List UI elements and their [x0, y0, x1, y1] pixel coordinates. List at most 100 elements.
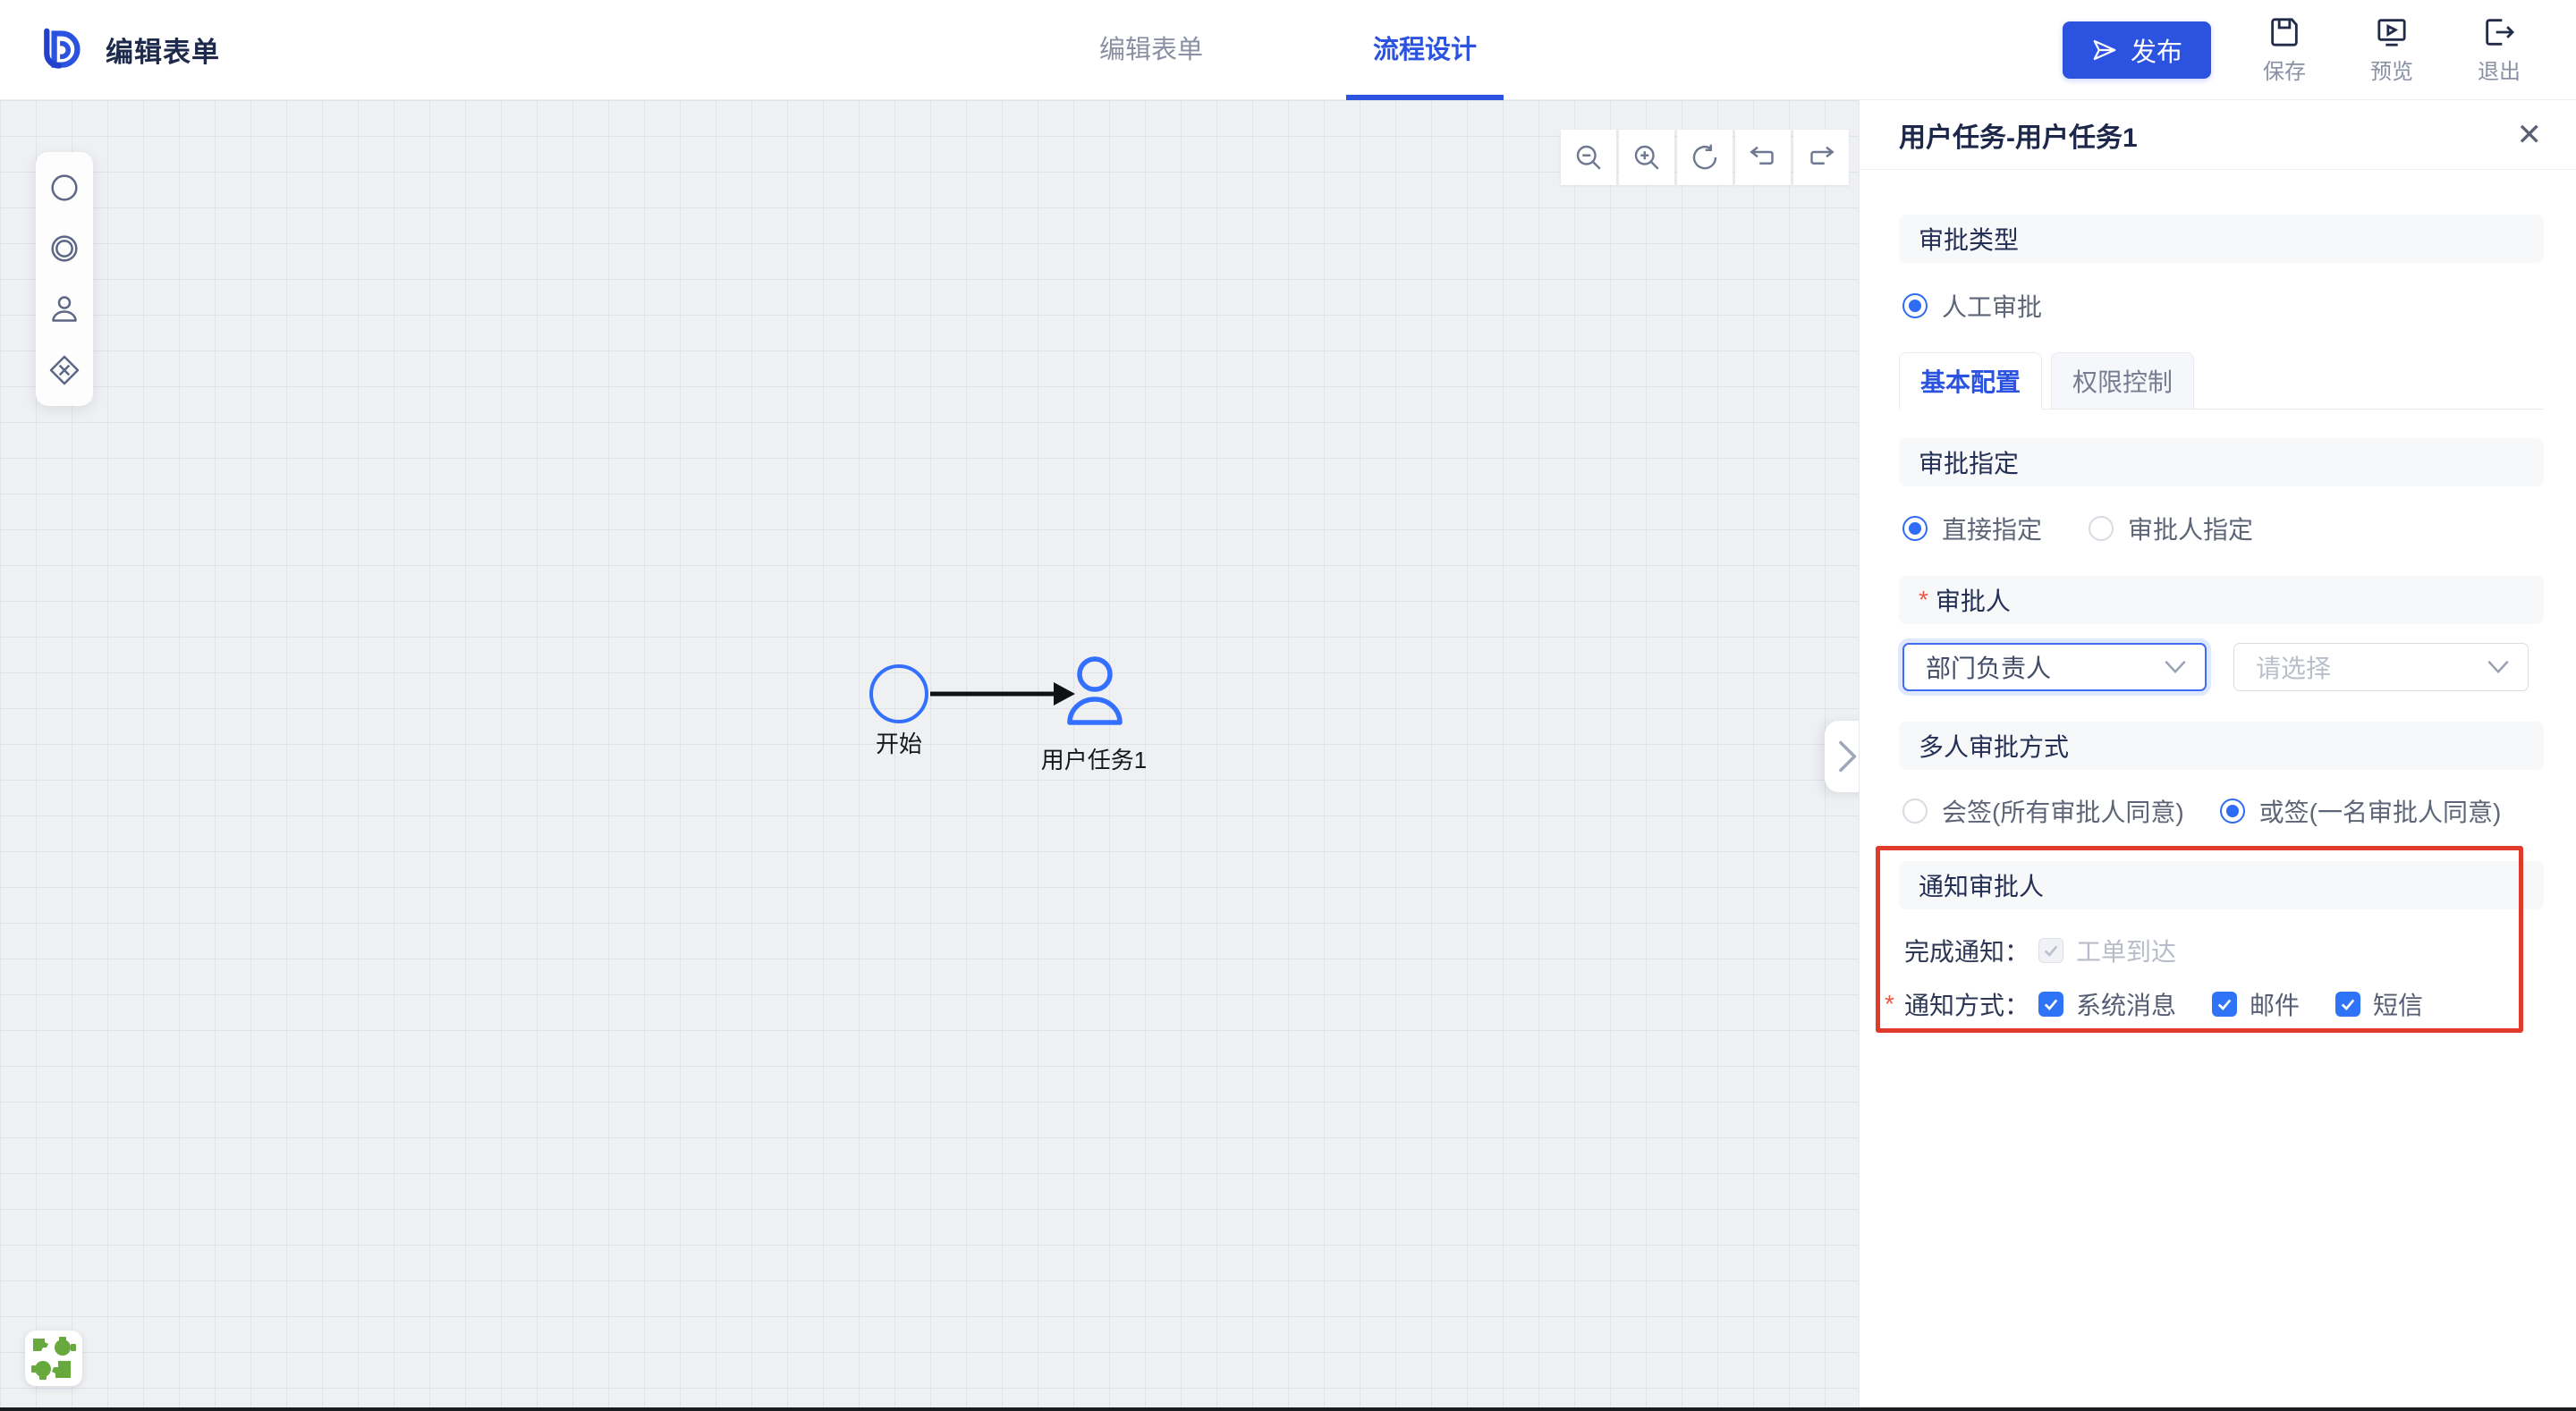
gears-badge[interactable]: [25, 1331, 82, 1386]
radio-direct-assign[interactable]: 直接指定: [1902, 511, 2042, 546]
checkbox-system-message-label: 系统消息: [2076, 986, 2176, 1022]
checkbox-email[interactable]: 邮件: [2212, 986, 2300, 1022]
save-icon: [2267, 14, 2302, 50]
publish-button[interactable]: 发布: [2063, 21, 2211, 79]
notify-method-row: * 通知方式： 系统消息 邮件 短信: [1904, 984, 2576, 1024]
node-user-task[interactable]: [1064, 655, 1125, 726]
panel-header: 用户任务-用户任务1 ✕: [1860, 100, 2576, 170]
zoom-out-button[interactable]: [1561, 130, 1616, 185]
palette-gateway[interactable]: [45, 351, 84, 390]
radio-manual-approval[interactable]: 人工审批: [1902, 288, 2042, 324]
radio-manual-approval-label: 人工审批: [1942, 288, 2042, 324]
tab-permission-control[interactable]: 权限控制: [2051, 352, 2194, 410]
radio-orsign-control[interactable]: [2220, 798, 2245, 824]
checkbox-workorder-arrived[interactable]: 工单到达: [2038, 933, 2176, 968]
user-task-icon: [47, 291, 82, 327]
assign-options: 直接指定 审批人指定: [1902, 509, 2576, 548]
zoom-in-button[interactable]: [1619, 130, 1674, 185]
palette-end-event[interactable]: [45, 229, 84, 268]
radio-manual-approval-control[interactable]: [1902, 293, 1928, 318]
radio-approver-assign-control[interactable]: [2089, 516, 2114, 541]
header-actions: 发布 保存 预览: [2063, 14, 2533, 85]
header-nav-tabs: 编辑表单 流程设计: [1072, 0, 1504, 100]
tab-process-design[interactable]: 流程设计: [1346, 0, 1504, 100]
radio-orsign[interactable]: 或签(一名审批人同意): [2220, 793, 2502, 829]
radio-countersign[interactable]: 会签(所有审批人同意): [1902, 793, 2184, 829]
radio-orsign-label: 或签(一名审批人同意): [2259, 793, 2502, 829]
exit-icon: [2481, 14, 2517, 50]
node-start-event[interactable]: [869, 664, 928, 723]
checkbox-email-control[interactable]: [2212, 992, 2237, 1017]
section-notify-label: 通知审批人: [1919, 867, 2044, 903]
approver-type-select[interactable]: 部门负责人: [1902, 643, 2207, 691]
reset-view-button[interactable]: [1677, 130, 1733, 185]
approver-selects: 部门负责人 请选择: [1902, 643, 2576, 691]
check-icon: [2042, 995, 2060, 1013]
properties-panel: 用户任务-用户任务1 ✕ 审批类型 人工审批 基本配置 权限控制 审批指定 直接…: [1859, 100, 2576, 1411]
palette-user-task[interactable]: [45, 290, 84, 329]
section-assign: 审批指定: [1899, 438, 2544, 486]
header-left: 编辑表单: [39, 28, 220, 72]
chevron-down-icon: [2164, 660, 2187, 674]
undo-icon: [1747, 141, 1779, 173]
radio-approver-assign-label: 审批人指定: [2128, 511, 2253, 546]
approver-target-select-placeholder: 请选择: [2256, 649, 2487, 685]
radio-countersign-label: 会签(所有审批人同意): [1942, 793, 2184, 829]
checkbox-email-label: 邮件: [2250, 986, 2300, 1022]
save-button[interactable]: 保存: [2250, 14, 2318, 85]
check-icon: [2042, 942, 2060, 959]
section-multi-mode: 多人审批方式: [1899, 722, 2544, 770]
checkbox-sms-label: 短信: [2373, 986, 2423, 1022]
config-tabs: 基本配置 权限控制: [1899, 351, 2544, 410]
check-icon: [2339, 995, 2357, 1013]
undo-button[interactable]: [1735, 130, 1791, 185]
reset-icon: [1689, 141, 1721, 173]
end-event-icon: [47, 231, 82, 266]
checkbox-workorder-arrived-control: [2038, 938, 2063, 963]
preview-icon: [2374, 14, 2410, 50]
chevron-right-icon: [1832, 738, 1862, 775]
exit-label: 退出: [2478, 54, 2521, 85]
radio-direct-assign-control[interactable]: [1902, 516, 1928, 541]
top-header: 编辑表单 编辑表单 流程设计 发布 保存: [0, 0, 2576, 100]
complete-notify-label: 完成通知：: [1904, 933, 2038, 968]
panel-title: 用户任务-用户任务1: [1899, 115, 2138, 155]
section-assign-label: 审批指定: [1919, 444, 2019, 480]
section-notify: 通知审批人: [1899, 861, 2544, 909]
section-approval-type: 审批类型: [1899, 215, 2544, 263]
window-bottom-edge: [0, 1407, 2576, 1411]
palette-start-event[interactable]: [45, 168, 84, 207]
exit-button[interactable]: 退出: [2465, 14, 2533, 85]
radio-approver-assign[interactable]: 审批人指定: [2089, 511, 2253, 546]
checkbox-sms[interactable]: 短信: [2335, 986, 2423, 1022]
radio-countersign-control[interactable]: [1902, 798, 1928, 824]
page-title: 编辑表单: [106, 30, 220, 70]
canvas-toolbar: [1561, 130, 1849, 185]
gears-icon: [31, 1337, 76, 1380]
checkbox-workorder-arrived-label: 工单到达: [2076, 933, 2176, 968]
save-label: 保存: [2263, 54, 2306, 85]
checkbox-sms-control[interactable]: [2335, 992, 2360, 1017]
node-start-label: 开始: [845, 726, 953, 759]
preview-button[interactable]: 预览: [2358, 14, 2426, 85]
paper-plane-icon: [2091, 37, 2118, 63]
sequence-flow-arrow[interactable]: [930, 678, 1075, 710]
redo-button[interactable]: [1793, 130, 1849, 185]
required-mark: *: [1919, 586, 1928, 614]
section-approver-label: 审批人: [1936, 582, 2011, 618]
multi-mode-options: 会签(所有审批人同意) 或签(一名审批人同意): [1902, 791, 2576, 831]
start-event-icon: [47, 170, 82, 206]
publish-label: 发布: [2131, 31, 2182, 69]
gateway-icon: [47, 352, 82, 388]
chevron-down-icon: [2487, 660, 2510, 674]
flow-canvas[interactable]: 开始 用户任务1: [0, 100, 1859, 1411]
zoom-out-icon: [1572, 141, 1605, 173]
checkbox-system-message[interactable]: 系统消息: [2038, 986, 2176, 1022]
tab-edit-form[interactable]: 编辑表单: [1072, 0, 1230, 100]
notify-method-label: 通知方式：: [1904, 986, 2038, 1022]
tab-basic-config[interactable]: 基本配置: [1899, 352, 2042, 410]
app-root: 编辑表单 编辑表单 流程设计 发布 保存: [0, 0, 2576, 1411]
approver-target-select[interactable]: 请选择: [2233, 643, 2529, 691]
checkbox-system-message-control[interactable]: [2038, 992, 2063, 1017]
close-icon[interactable]: ✕: [2517, 120, 2543, 150]
